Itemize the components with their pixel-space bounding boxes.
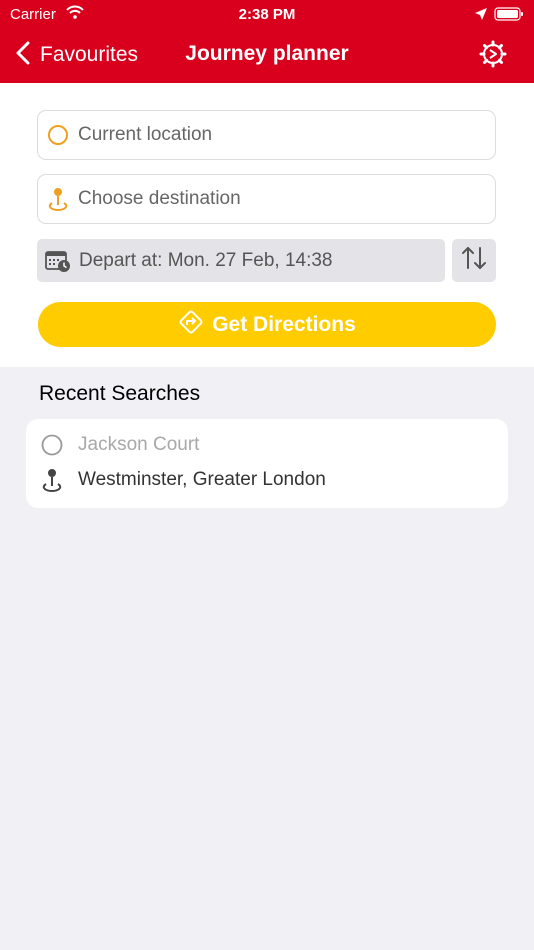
- settings-button[interactable]: [479, 40, 507, 73]
- origin-circle-icon: [40, 433, 64, 457]
- status-time: 2:38 PM: [238, 6, 296, 23]
- recent-searches-heading: Recent Searches: [39, 382, 201, 405]
- origin-field[interactable]: Current location: [37, 110, 496, 160]
- app-header: Carrier 2:38 PM Favourites Journey plann…: [0, 0, 534, 83]
- destination-field[interactable]: Choose destination: [37, 174, 496, 224]
- recent-search-from: Jackson Court: [78, 434, 200, 455]
- gear-icon: [479, 40, 507, 72]
- destination-pin-icon: [40, 468, 64, 493]
- recent-search-to-row: Westminster, Greater London: [40, 468, 326, 493]
- location-arrow-icon: [474, 7, 488, 26]
- get-directions-label: Get Directions: [212, 312, 356, 336]
- origin-circle-icon: [47, 124, 69, 146]
- recent-search-item[interactable]: Jackson Court Westminster, Greater Londo…: [26, 419, 508, 508]
- origin-field-text: Current location: [78, 124, 213, 145]
- battery-icon: [494, 7, 524, 26]
- destination-field-text: Choose destination: [78, 188, 241, 209]
- navigation-bar: Favourites Journey planner: [0, 30, 534, 80]
- destination-pin-icon: [47, 188, 69, 212]
- back-button-label: Favourites: [40, 43, 139, 66]
- chevron-left-icon: [16, 41, 30, 70]
- calendar-clock-icon: [45, 249, 71, 273]
- status-bar: Carrier 2:38 PM: [0, 0, 534, 28]
- directions-sign-icon: [178, 309, 204, 340]
- swap-origin-destination-button[interactable]: [452, 239, 496, 282]
- journey-planner-form: Current location Choose destination Depa…: [0, 83, 534, 367]
- depart-time-text: Depart at: Mon. 27 Feb, 14:38: [79, 249, 333, 271]
- get-directions-button[interactable]: Get Directions: [38, 302, 496, 347]
- swap-arrows-icon: [460, 245, 488, 276]
- back-button[interactable]: Favourites: [16, 40, 138, 70]
- depart-time-selector[interactable]: Depart at: Mon. 27 Feb, 14:38: [37, 239, 445, 282]
- recent-search-to: Westminster, Greater London: [78, 469, 326, 490]
- recent-search-from-row: Jackson Court: [40, 433, 199, 457]
